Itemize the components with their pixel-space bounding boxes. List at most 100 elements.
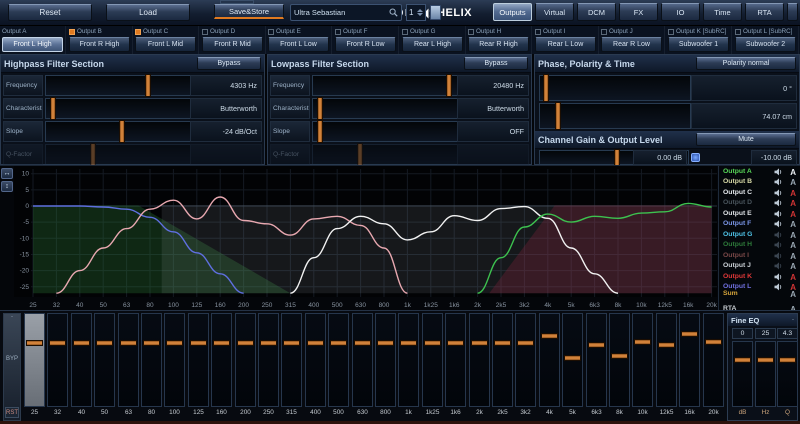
- speaker-icon[interactable]: [774, 231, 783, 239]
- speaker-icon[interactable]: [774, 189, 783, 197]
- frequency-slider[interactable]: [312, 75, 460, 96]
- speaker-icon[interactable]: [774, 273, 783, 281]
- fine-eq-collapse-icon[interactable]: -: [792, 317, 794, 323]
- solo-indicator[interactable]: A: [790, 189, 796, 198]
- channel-row-output-c[interactable]: Output CA: [723, 189, 798, 199]
- solo-indicator[interactable]: A: [790, 231, 796, 240]
- nav-tab-fx[interactable]: FX: [619, 3, 658, 21]
- nav-tab-virtual[interactable]: Virtual: [535, 3, 574, 21]
- eq-band-slider[interactable]: [656, 313, 677, 407]
- solo-indicator[interactable]: A: [790, 273, 796, 282]
- channel-button-rear-r-low[interactable]: Rear R Low: [601, 37, 662, 52]
- mute-button[interactable]: Mute: [696, 133, 796, 146]
- eq-band-slider[interactable]: [141, 313, 162, 407]
- channel-button-front-r-mid[interactable]: Front R Mid: [202, 37, 263, 52]
- channel-row-sum[interactable]: SumA: [723, 290, 798, 300]
- eq-band-slider[interactable]: [445, 313, 466, 407]
- fine-eq-slider-db[interactable]: [732, 341, 753, 407]
- eq-reset-button[interactable]: RST: [5, 407, 19, 418]
- phase-slider[interactable]: [539, 103, 691, 129]
- channel-button-front-l-low[interactable]: Front L Low: [268, 37, 329, 52]
- slider-handle[interactable]: [145, 74, 151, 97]
- slider-handle[interactable]: [119, 120, 125, 143]
- channel-row-output-b[interactable]: Output BA: [723, 178, 798, 188]
- eq-band-handle[interactable]: [400, 340, 417, 346]
- solo-indicator[interactable]: A: [790, 262, 796, 271]
- eq-band-slider[interactable]: [515, 313, 536, 407]
- fine-eq-slider-q[interactable]: [777, 341, 798, 407]
- nav-tab-partial[interactable]: [787, 3, 798, 21]
- eq-band-slider[interactable]: [211, 313, 232, 407]
- speaker-icon[interactable]: [774, 252, 783, 260]
- eq-band-slider[interactable]: [422, 313, 443, 407]
- fine-eq-handle[interactable]: [734, 357, 751, 363]
- eq-band-slider[interactable]: [118, 313, 139, 407]
- link-gain-icon[interactable]: [691, 153, 700, 162]
- eq-band-handle[interactable]: [588, 342, 605, 348]
- eq-band-handle[interactable]: [494, 340, 511, 346]
- eq-band-slider[interactable]: [258, 313, 279, 407]
- device-number-stepper[interactable]: 1: [406, 4, 426, 21]
- speaker-icon[interactable]: [774, 168, 783, 176]
- channel-button-subwoofer-1[interactable]: Subwoofer 1: [668, 37, 729, 52]
- eq-band-handle[interactable]: [705, 339, 722, 345]
- channel-row-output-a[interactable]: Output AA: [723, 168, 798, 178]
- document-icon[interactable]: [430, 5, 441, 20]
- slope-slider[interactable]: [312, 121, 460, 142]
- stepper-arrows-icon[interactable]: [417, 9, 423, 16]
- load-button[interactable]: Load: [106, 4, 190, 21]
- response-curves-plot[interactable]: 1050-5-10-15-20-252532405063801001251602…: [0, 166, 800, 311]
- eq-band-handle[interactable]: [564, 355, 581, 361]
- q-factor-slider[interactable]: [312, 144, 460, 165]
- graph-zoom-vertical-icon[interactable]: ↕: [1, 181, 13, 192]
- eq-band-slider[interactable]: [235, 313, 256, 407]
- eq-bypass-label[interactable]: BYP: [4, 356, 20, 362]
- eq-band-handle[interactable]: [424, 340, 441, 346]
- speaker-icon[interactable]: [774, 262, 783, 270]
- eq-band-slider[interactable]: [164, 313, 185, 407]
- fine-eq-handle[interactable]: [757, 357, 774, 363]
- eq-band-slider[interactable]: [539, 313, 560, 407]
- eq-band-slider[interactable]: [375, 313, 396, 407]
- solo-indicator[interactable]: A: [790, 168, 796, 177]
- speaker-icon[interactable]: [774, 199, 783, 207]
- slider-handle[interactable]: [446, 74, 452, 97]
- eq-band-handle[interactable]: [471, 340, 488, 346]
- channel-row-output-d[interactable]: Output DA: [723, 199, 798, 209]
- eq-band-handle[interactable]: [658, 342, 675, 348]
- fine-eq-handle[interactable]: [779, 357, 796, 363]
- eq-band-handle[interactable]: [634, 339, 651, 345]
- slider-handle[interactable]: [90, 143, 96, 166]
- slider-handle[interactable]: [50, 97, 56, 120]
- save-store-button[interactable]: Save&Store: [214, 4, 284, 19]
- eq-band-slider[interactable]: [703, 313, 724, 407]
- channel-button-rear-l-low[interactable]: Rear L Low: [535, 37, 596, 52]
- eq-band-slider[interactable]: [47, 313, 68, 407]
- eq-band-slider[interactable]: [94, 313, 115, 407]
- eq-band-slider[interactable]: [586, 313, 607, 407]
- solo-indicator[interactable]: A: [790, 210, 796, 219]
- frequency-slider[interactable]: [45, 75, 193, 96]
- solo-indicator[interactable]: A: [790, 241, 796, 250]
- channel-row-output-g[interactable]: Output GA: [723, 231, 798, 241]
- lowpass-bypass-button[interactable]: Bypass: [464, 57, 528, 70]
- eq-band-handle[interactable]: [260, 340, 277, 346]
- eq-band-slider[interactable]: [305, 313, 326, 407]
- q-factor-slider[interactable]: [45, 144, 193, 165]
- reset-button[interactable]: Reset: [8, 4, 92, 21]
- fine-eq-slider-hz[interactable]: [755, 341, 776, 407]
- channel-row-output-j[interactable]: Output JA: [723, 262, 798, 272]
- eq-band-handle[interactable]: [96, 340, 113, 346]
- channel-button-front-l-mid[interactable]: Front L Mid: [135, 37, 196, 52]
- eq-band-handle[interactable]: [517, 340, 534, 346]
- eq-band-slider[interactable]: [24, 313, 45, 407]
- nav-tab-outputs[interactable]: Outputs: [493, 3, 532, 21]
- output-tab-checkbox[interactable]: [668, 29, 674, 35]
- eq-band-slider[interactable]: [562, 313, 583, 407]
- output-tab-checkbox[interactable]: [268, 29, 274, 35]
- solo-indicator[interactable]: A: [790, 252, 796, 261]
- eq-band-handle[interactable]: [307, 340, 324, 346]
- speaker-icon[interactable]: [774, 178, 783, 186]
- eq-band-slider[interactable]: [609, 313, 630, 407]
- eq-band-slider[interactable]: [492, 313, 513, 407]
